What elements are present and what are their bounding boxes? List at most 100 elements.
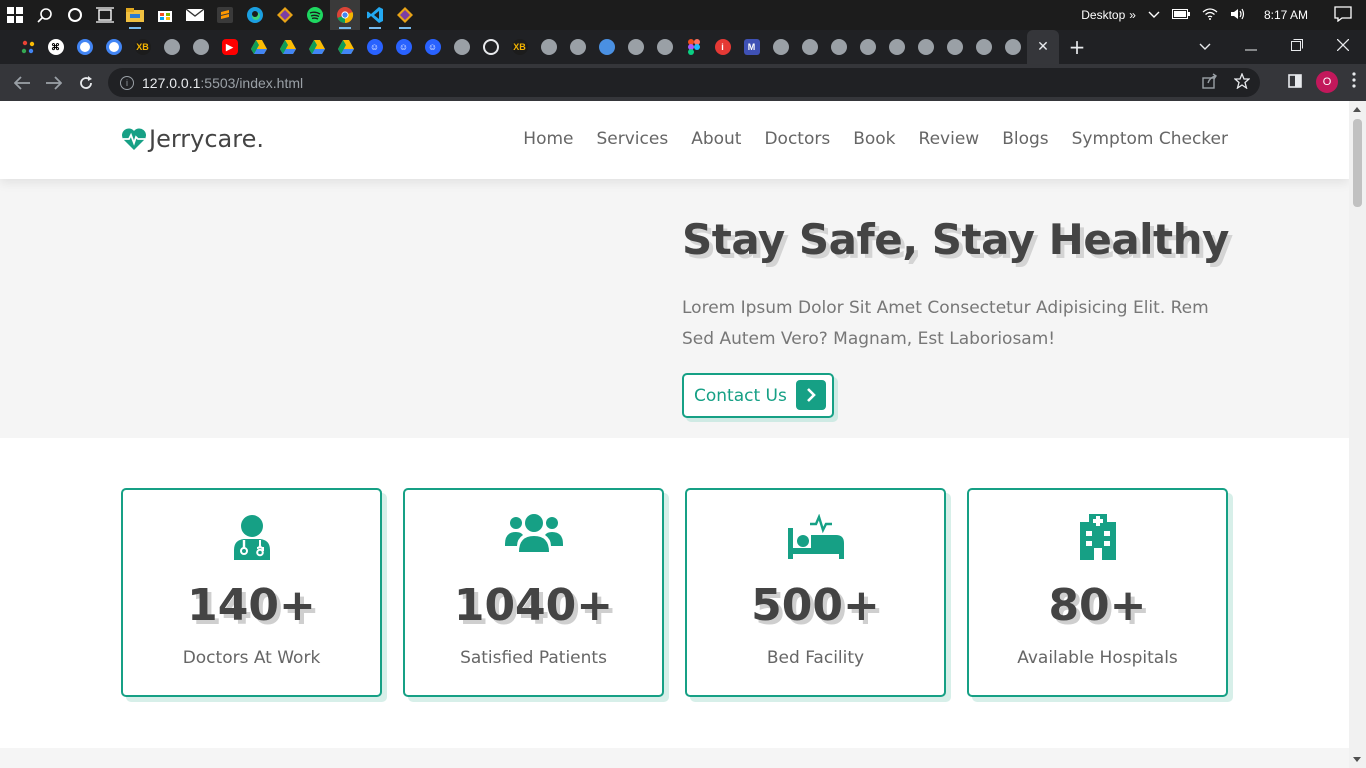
bookmark-star-icon[interactable] [1233,72,1251,92]
tab-site-18[interactable] [911,30,940,64]
stat-card-hospitals: 80+ Available Hospitals [967,488,1228,697]
tab-search-icon[interactable] [1182,39,1228,55]
tab-drive-2[interactable] [273,30,302,64]
nav-symptom-checker[interactable]: Symptom Checker [1072,129,1228,149]
tab-site-5[interactable] [186,30,215,64]
tab-site-8[interactable] [534,30,563,64]
nav-book[interactable]: Book [853,129,895,149]
tab-drive-4[interactable] [331,30,360,64]
site-info-icon[interactable]: i [120,75,134,90]
tab-site-11[interactable] [621,30,650,64]
contact-us-button[interactable]: Contact Us [682,373,834,418]
side-panel-icon[interactable] [1288,73,1302,92]
tab-bot-2[interactable]: ☺ [389,30,418,64]
tab-site-12[interactable] [650,30,679,64]
tab-site-13[interactable] [766,30,795,64]
tab-site-3[interactable]: XB [128,30,157,64]
store-icon[interactable] [150,0,180,30]
search-icon[interactable] [30,0,60,30]
address-bar[interactable]: i 127.0.0.1:5503/index.html [108,68,1260,97]
youtube-icon: ▶ [221,39,238,55]
tab-site-20[interactable] [969,30,998,64]
chevron-up-icon[interactable] [1148,8,1160,22]
stat-label: Available Hospitals [1017,648,1178,668]
nav-home[interactable]: Home [523,129,573,149]
file-explorer-icon[interactable] [120,0,150,30]
tab-youtube[interactable]: ▶ [215,30,244,64]
scrollbar-thumb[interactable] [1353,119,1362,207]
share-icon[interactable] [1202,73,1218,92]
active-tab[interactable]: ✕ [1027,30,1059,64]
battery-icon[interactable] [1171,8,1190,22]
tab-site-21[interactable] [998,30,1027,64]
tab-site-16[interactable] [853,30,882,64]
nav-services[interactable]: Services [597,129,669,149]
history-icon [482,39,499,55]
globe-icon [163,39,180,55]
tab-info[interactable]: i [708,30,737,64]
tab-site-9[interactable] [563,30,592,64]
mail-icon[interactable] [180,0,210,30]
tab-bot-1[interactable]: ☺ [360,30,389,64]
tab-site-7[interactable]: XB [505,30,534,64]
drive-icon [250,40,267,54]
windows-start-icon[interactable] [0,0,30,30]
hero-section: Stay Safe, Stay Healthy Lorem Ipsum Dolo… [0,179,1349,438]
close-window-icon[interactable] [1320,38,1366,55]
tab-bot-3[interactable]: ☺ [418,30,447,64]
new-tab-button[interactable]: + [1059,35,1095,59]
site-header: Jerrycare. Home Services About Doctors B… [0,101,1349,179]
edge-icon[interactable] [240,0,270,30]
minimize-icon[interactable] [1228,39,1274,55]
scroll-up-icon[interactable] [1353,107,1361,112]
tab-site-15[interactable] [824,30,853,64]
nav-blogs[interactable]: Blogs [1002,129,1048,149]
cortana-icon[interactable] [60,0,90,30]
profile-avatar[interactable]: O [1316,71,1338,93]
xb-icon: XB [134,39,151,55]
wifi-icon[interactable] [1202,7,1218,23]
tab-drive-1[interactable] [244,30,273,64]
git-kraken-icon[interactable] [270,0,300,30]
stat-label: Doctors At Work [182,648,321,668]
sublime-text-icon[interactable] [210,0,240,30]
tab-site-14[interactable] [795,30,824,64]
notification-icon[interactable] [1334,5,1352,25]
task-view-icon[interactable] [90,0,120,30]
clock-time[interactable]: 8:17 AM [1264,8,1308,22]
tab-site-19[interactable] [940,30,969,64]
chrome-icon[interactable] [330,0,360,30]
tab-site-6[interactable] [447,30,476,64]
tab-site-10[interactable] [592,30,621,64]
tab-site-1[interactable] [70,30,99,64]
tab-github[interactable]: ⌘ [41,30,70,64]
site-logo[interactable]: Jerrycare. [121,125,264,153]
desktop-toolbar-label[interactable]: Desktop [1081,8,1125,22]
scroll-down-icon[interactable] [1353,757,1361,762]
arrow-right-icon [46,75,62,90]
git-icon[interactable] [390,0,420,30]
globe-icon [975,39,992,55]
restore-icon[interactable] [1274,39,1320,55]
page-scrollbar[interactable] [1349,101,1366,768]
tab-figma[interactable] [679,30,708,64]
vscode-icon[interactable] [360,0,390,30]
back-button[interactable] [6,67,38,99]
tab-site-4[interactable] [157,30,186,64]
tab-shield[interactable]: M [737,30,766,64]
chevron-right-icon[interactable]: » [1129,8,1136,22]
forward-button[interactable] [38,67,70,99]
tab-favicon-colorful-dots[interactable] [14,30,41,64]
volume-icon[interactable] [1230,8,1246,23]
nav-review[interactable]: Review [919,129,980,149]
tab-site-17[interactable] [882,30,911,64]
close-tab-icon[interactable]: ✕ [1037,39,1049,55]
nav-doctors[interactable]: Doctors [764,129,830,149]
spotify-icon[interactable] [300,0,330,30]
tab-history[interactable] [476,30,505,64]
nav-about[interactable]: About [691,129,741,149]
tab-drive-3[interactable] [302,30,331,64]
menu-dots-icon[interactable] [1352,72,1356,92]
reload-button[interactable] [70,67,102,99]
tab-site-2[interactable] [99,30,128,64]
